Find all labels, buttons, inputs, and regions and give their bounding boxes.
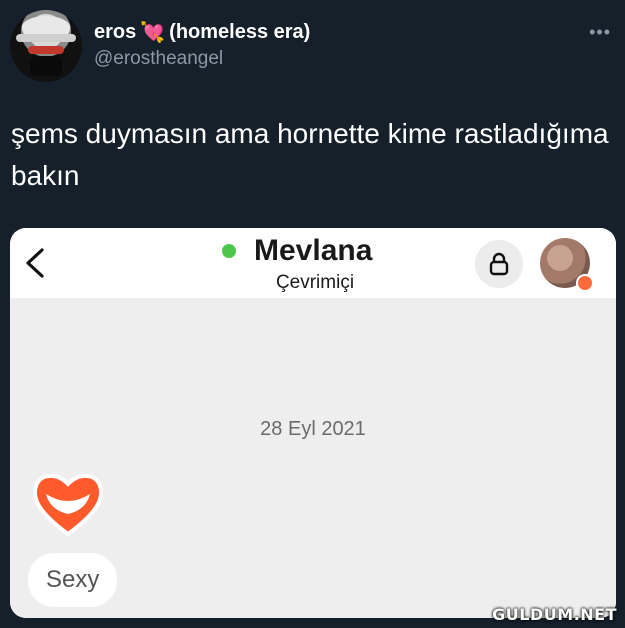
- online-status-dot: [222, 244, 236, 258]
- contact-status: Çevrimiçi: [275, 272, 355, 293]
- contact-badge-icon: [576, 274, 594, 292]
- user-avatar[interactable]: [10, 10, 82, 82]
- chat-header: Mevlana Çevrimiçi: [10, 228, 616, 298]
- user-handle[interactable]: @erostheangel: [94, 48, 223, 70]
- watermark: GULDUM.NET: [492, 605, 617, 624]
- chat-screenshot-card[interactable]: Mevlana Çevrimiçi 28 Eyl 2021 Sexy: [10, 228, 616, 618]
- display-name[interactable]: eros 💘 (homeless era): [94, 20, 310, 45]
- avatar-glasses: [28, 46, 64, 54]
- display-name-text: eros: [94, 21, 137, 43]
- avatar-brim: [16, 34, 76, 42]
- more-horizontal-icon[interactable]: •••: [589, 22, 611, 43]
- back-arrow-icon[interactable]: [22, 246, 48, 280]
- avatar-mask: [30, 56, 62, 76]
- contact-name: Mevlana: [254, 234, 373, 267]
- cupid-heart-icon: 💘: [140, 22, 166, 44]
- display-name-suffix: (homeless era): [169, 21, 311, 43]
- message-bubble[interactable]: Sexy: [28, 553, 118, 607]
- chat-body: 28 Eyl 2021 Sexy: [10, 298, 616, 618]
- lock-icon: [489, 252, 509, 276]
- chat-date: 28 Eyl 2021: [260, 418, 366, 440]
- tweet-text: şems duymasın ama hornette kime rastladı…: [11, 118, 609, 191]
- heart-smile-sticker-icon: [32, 474, 104, 537]
- lock-button[interactable]: [475, 240, 523, 288]
